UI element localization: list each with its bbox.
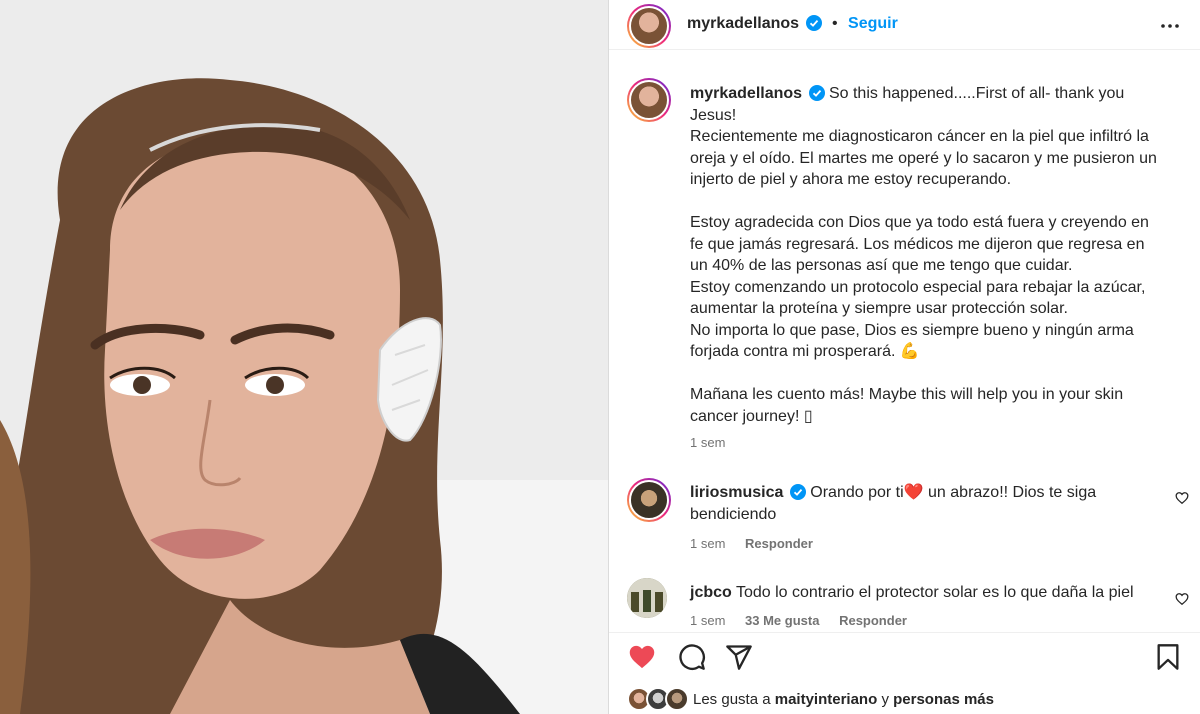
header-user: myrkadellanos • Seguir (687, 15, 898, 33)
comment-2-text: jcbco Todo lo contrario el protector sol… (690, 582, 1170, 604)
comment-text-cont: bendiciendo (690, 505, 777, 523)
caption-line: aumentar la proteína y siempre usar prot… (690, 300, 1068, 317)
caption-line: Mañana les cuento más! Maybe this will h… (690, 386, 1124, 403)
reply-button[interactable]: Responder (745, 536, 813, 551)
caption-line: So this happened.....First of all- thank… (828, 85, 1125, 102)
comment-username[interactable]: liriosmusica (690, 484, 783, 501)
caption-line: Jesus! (690, 106, 737, 124)
action-bar: Les gusta a maityinteriano y personas má… (609, 632, 1200, 714)
comment-line: liriosmusica Orando por ti❤️ un abrazo!!… (690, 482, 1160, 504)
comment-time[interactable]: 1 sem (690, 536, 725, 551)
caption-line: Recientemente me diagnosticaron cáncer e… (690, 128, 1149, 145)
reply-button[interactable]: Responder (839, 613, 907, 628)
comment-icon[interactable] (678, 643, 706, 671)
comment-2-meta: 1 sem 33 Me gusta Responder (690, 613, 923, 628)
comment-likes-count[interactable]: 33 Me gusta (745, 613, 819, 628)
caption-line: un 40% de las personas así que me tengo … (690, 257, 1073, 274)
header-username[interactable]: myrkadellanos (687, 15, 799, 32)
caption-line: No importa lo que pase, Dios es siempre … (690, 321, 1134, 339)
comment-avatar[interactable] (627, 578, 667, 618)
caption-text: myrkadellanos So this happened.....First… (690, 83, 1180, 427)
caption-line: Estoy agradecida con Dios que ya todo es… (690, 214, 1149, 231)
likes-connector: y (881, 691, 889, 708)
likes-prefix: Les gusta a (693, 691, 771, 708)
caption-line: cancer journey! ▯ (690, 407, 813, 425)
comment-time[interactable]: 1 sem (690, 613, 725, 628)
likes-others[interactable]: personas más (893, 691, 994, 708)
comment-like-heart-icon[interactable] (1175, 592, 1189, 606)
verified-badge-icon (808, 85, 825, 101)
follow-button[interactable]: Seguir (848, 15, 898, 32)
header-separator: • (831, 15, 838, 32)
post-header: myrkadellanos • Seguir (609, 0, 1200, 50)
verified-badge-icon (789, 484, 806, 500)
caption-line: oreja y el oído. El martes me operé y lo… (690, 149, 1157, 167)
comment-avatar[interactable] (627, 478, 671, 522)
liker-avatar[interactable] (665, 687, 689, 711)
likes-summary: Les gusta a maityinteriano y personas má… (693, 691, 994, 708)
caption-line: fe que jamás regresará. Los médicos me d… (690, 235, 1145, 253)
comment-avatar-image (627, 578, 667, 618)
likes-user[interactable]: maityinteriano (775, 691, 878, 708)
caption-time[interactable]: 1 sem (690, 435, 725, 450)
caption-avatar[interactable] (627, 78, 671, 122)
caption-meta: 1 sem (690, 435, 741, 450)
heart-icon[interactable] (628, 643, 656, 671)
post-detail-panel: myrkadellanos • Seguir myrkadellanos So … (608, 0, 1200, 714)
caption-line: Estoy comenzando un protocolo especial p… (690, 278, 1146, 296)
author-avatar[interactable] (627, 4, 671, 48)
caption-line: injerto de piel y ahora me estoy recuper… (690, 171, 1012, 188)
comment-1-meta: 1 sem Responder (690, 536, 829, 551)
comment-text: Orando por ti❤️ un abrazo!! Dios te siga (810, 484, 1097, 501)
comment-username[interactable]: jcbco (690, 584, 732, 601)
comment-text: Todo lo contrario el protector solar es … (735, 584, 1134, 601)
more-options-icon[interactable] (1158, 14, 1182, 38)
bookmark-icon[interactable] (1154, 643, 1182, 671)
post-photo[interactable] (0, 0, 608, 714)
caption-line: forjada contra mi prosperará. 💪 (690, 343, 920, 360)
comment-like-heart-icon[interactable] (1175, 491, 1189, 505)
comment-1-text: liriosmusica Orando por ti❤️ un abrazo!!… (690, 482, 1160, 525)
share-icon[interactable] (725, 643, 753, 671)
selfie-illustration (0, 0, 608, 714)
caption-line-0: myrkadellanos So this happened.....First… (690, 83, 1180, 105)
verified-badge-icon (805, 15, 822, 31)
caption-username[interactable]: myrkadellanos (690, 85, 802, 102)
